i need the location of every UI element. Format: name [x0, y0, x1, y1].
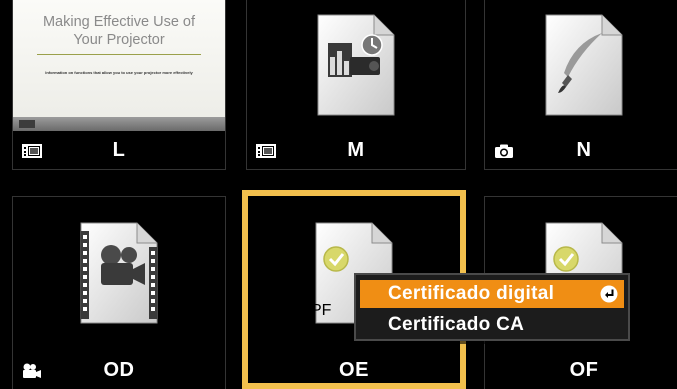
- slide-title: Making Effective Use of Your Projector: [42, 14, 196, 48]
- menu-item-certificado-ca[interactable]: Certificado CA: [360, 311, 624, 339]
- file-browser-screen: Making Effective Use of Your Projector I…: [0, 0, 677, 389]
- file-label: OD: [103, 358, 135, 381]
- file-extension: MPEG: [13, 300, 61, 317]
- file-tile-m[interactable]: SIT M: [246, 0, 466, 170]
- file-label: OE: [339, 358, 369, 381]
- slide-thumbnail: Making Effective Use of Your Projector I…: [13, 0, 225, 131]
- file-thumbnail: PNG: [485, 0, 677, 131]
- file-extension: SIT: [247, 90, 272, 107]
- file-thumbnail: SIT: [247, 0, 465, 131]
- file-extension: PNG: [485, 90, 520, 107]
- camera-icon: [495, 144, 513, 158]
- tile-label-bar: N: [485, 131, 677, 169]
- slide-body-text: Information on functions that allow you …: [45, 70, 193, 75]
- file-extension: PF: [311, 302, 332, 319]
- tile-label-bar: OF: [485, 351, 677, 389]
- slide-divider: [37, 54, 201, 55]
- slideshow-icon: [256, 144, 276, 158]
- slide-footer-mark: [19, 120, 35, 128]
- menu-item-certificado-digital[interactable]: Certificado digital: [360, 280, 624, 308]
- tile-label-bar: L: [13, 131, 225, 169]
- certificate-context-menu: Certificado digital Certificado CA: [354, 273, 630, 341]
- file-label: L: [112, 138, 126, 161]
- file-label: N: [576, 138, 592, 161]
- file-thumbnail: MPEG: [13, 197, 225, 351]
- slideshow-icon: [22, 144, 42, 158]
- menu-item-label: Certificado CA: [388, 314, 525, 335]
- video-camera-icon: [23, 363, 41, 378]
- tile-label-bar: OE: [249, 351, 459, 389]
- file-tile-l[interactable]: Making Effective Use of Your Projector I…: [12, 0, 226, 170]
- file-tile-od[interactable]: MPEG OD: [12, 196, 226, 389]
- file-label: OF: [569, 358, 599, 381]
- tile-label-bar: OD: [13, 351, 225, 389]
- slide-preview: Making Effective Use of Your Projector I…: [13, 0, 225, 131]
- file-label: M: [347, 138, 365, 161]
- file-tile-n[interactable]: PNG N: [484, 0, 677, 170]
- slide-footer-bar: [13, 117, 225, 131]
- menu-item-label: Certificado digital: [388, 283, 555, 304]
- enter-icon: [600, 285, 618, 303]
- tile-label-bar: M: [247, 131, 465, 169]
